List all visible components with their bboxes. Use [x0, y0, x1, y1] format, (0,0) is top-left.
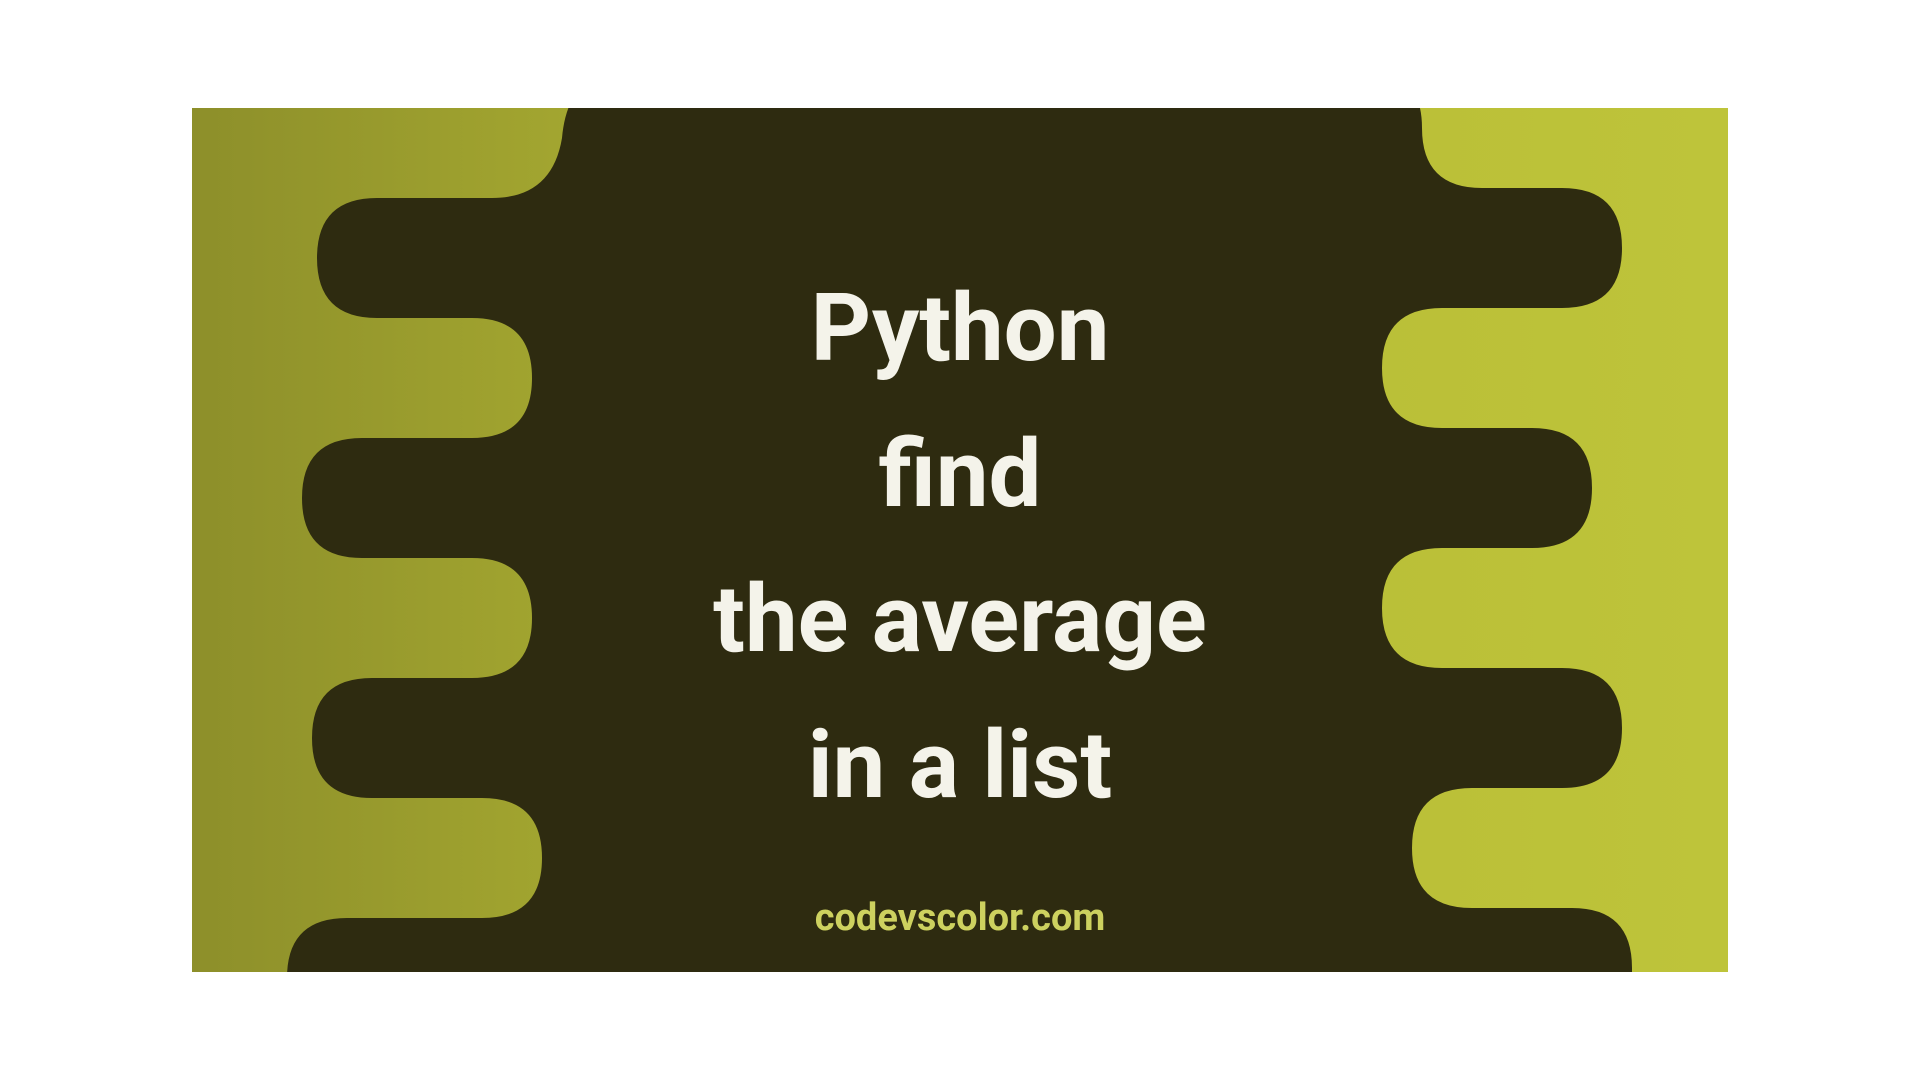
title-line-2: find [192, 402, 1728, 548]
banner-canvas: Python find the average in a list codevs… [192, 108, 1728, 972]
title-line-3: the average [192, 547, 1728, 693]
title-line-1: Python [192, 256, 1728, 402]
watermark: codevscolor.com [192, 896, 1728, 940]
title-line-4: in a list [192, 693, 1728, 839]
title-block: Python find the average in a list [192, 256, 1728, 839]
stage: Python find the average in a list codevs… [0, 0, 1920, 1080]
